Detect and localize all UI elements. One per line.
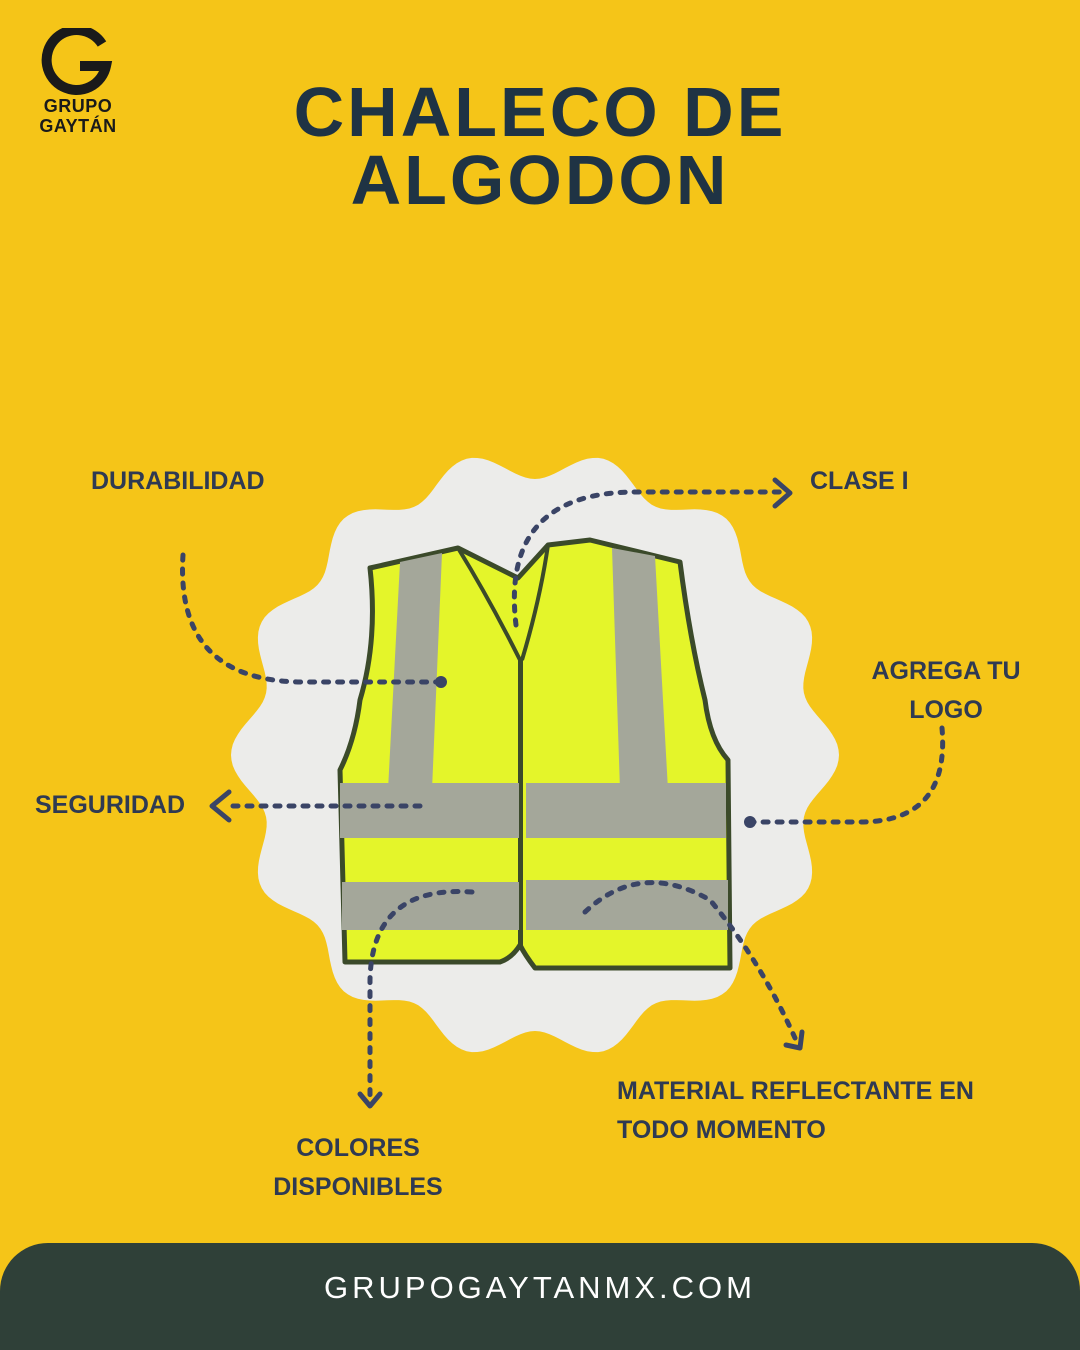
label-agrega-logo-line1: AGREGA TU — [871, 657, 1021, 685]
connector-agrega-logo — [747, 725, 946, 825]
label-agrega-logo-line2: LOGO — [909, 696, 983, 724]
label-material-reflectante: MATERIAL REFLECTANTE EN TODO MOMENTO — [617, 1072, 974, 1150]
connector-colores — [367, 889, 475, 1103]
arrow-left-icon — [209, 789, 232, 823]
footer-bar: GRUPOGAYTANMX.COM — [0, 1243, 1080, 1350]
poster: GRUPO GAYTÁN CHALECO DE ALGODON DURABILI… — [0, 0, 1080, 1350]
label-colores-line1: COLORES — [296, 1134, 420, 1162]
label-durabilidad: DURABILIDAD — [91, 467, 265, 495]
connector-material — [582, 880, 798, 1041]
connector-dots — [435, 676, 756, 828]
label-agrega-logo: AGREGA TU LOGO — [866, 652, 1026, 730]
label-clase: CLASE I — [810, 467, 909, 495]
label-material-line2: TODO MOMENTO — [617, 1116, 826, 1144]
label-colores-disponibles: COLORES DISPONIBLES — [258, 1129, 458, 1207]
label-material-line1: MATERIAL REFLECTANTE EN — [617, 1077, 974, 1105]
connector-durabilidad — [180, 552, 443, 685]
website-link[interactable]: GRUPOGAYTANMX.COM — [0, 1270, 1080, 1306]
label-colores-line2: DISPONIBLES — [273, 1173, 443, 1201]
connector-clase — [511, 489, 783, 628]
label-seguridad: SEGURIDAD — [35, 791, 186, 819]
